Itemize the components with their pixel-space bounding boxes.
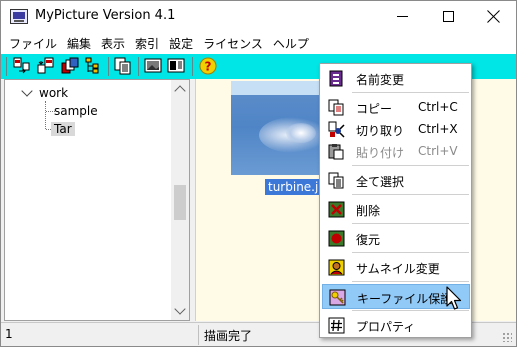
batch-button[interactable]: [61, 57, 79, 75]
menu-select-all[interactable]: 全て選択: [322, 168, 470, 193]
menu-separator: [352, 252, 469, 253]
menu-restore[interactable]: 復元: [322, 226, 470, 251]
copy-pages-icon: [114, 57, 131, 75]
import-button[interactable]: [13, 57, 31, 75]
app-icon[interactable]: [10, 9, 28, 24]
import-icon: [13, 57, 30, 74]
menu-delete[interactable]: 削除: [322, 197, 470, 222]
status-message: 描画完了: [204, 329, 253, 343]
preview-button[interactable]: [167, 57, 185, 75]
menu-paste-shortcut: Ctrl+V: [418, 144, 458, 158]
menu-rename[interactable]: 名前変更: [322, 66, 470, 91]
help-icon: ?: [199, 57, 217, 75]
image-view-button[interactable]: [144, 57, 162, 75]
menu-copy-label: コピー: [356, 102, 393, 116]
delete-icon: [328, 201, 345, 218]
paste-icon: [328, 144, 344, 160]
app-window: MyPicture Version 4.1 ファイル 編集 表示 索引 設定 ラ…: [0, 0, 517, 347]
export-button[interactable]: [37, 57, 55, 75]
window-title: MyPicture Version 4.1: [35, 8, 176, 23]
scroll-down-icon[interactable]: [174, 303, 186, 315]
help-button[interactable]: ?: [199, 57, 217, 75]
menu-rename-label: 名前変更: [356, 73, 405, 87]
tree-scrollbar[interactable]: [171, 80, 189, 320]
tree-node-sample[interactable]: sample: [54, 104, 98, 118]
menu-license[interactable]: ライセンス: [198, 32, 268, 54]
menu-edit[interactable]: 編集: [62, 32, 96, 54]
menu-separator: [352, 194, 469, 195]
menu-index[interactable]: 索引: [130, 32, 164, 54]
batch-icon: [61, 57, 79, 74]
menu-cut-shortcut: Ctrl+X: [418, 122, 458, 136]
menu-separator: [352, 92, 469, 93]
menu-file[interactable]: ファイル: [4, 32, 62, 54]
menu-copy-shortcut: Ctrl+C: [418, 100, 458, 114]
close-icon: [487, 10, 500, 23]
svg-text:?: ?: [205, 60, 212, 74]
key-icon: [329, 289, 346, 306]
folder-tree[interactable]: work sample Tar: [4, 79, 190, 321]
expand-chevron-icon[interactable]: [21, 85, 33, 97]
menu-separator: [352, 165, 469, 166]
scroll-up-icon[interactable]: [174, 85, 186, 97]
menu-paste-label: 貼り付け: [356, 146, 405, 160]
toolbar-separator: [192, 57, 193, 76]
close-button[interactable]: [470, 1, 516, 32]
title-bar: MyPicture Version 4.1: [1, 1, 516, 32]
minimize-icon: [396, 16, 408, 17]
menu-change-thumbnail-label: サムネイル変更: [356, 262, 440, 276]
resize-grip-icon[interactable]: [502, 332, 512, 342]
menu-change-thumbnail[interactable]: サムネイル変更: [322, 255, 470, 280]
thumbnail-caption[interactable]: turbine.jpg: [265, 179, 323, 195]
menu-properties-label: プロパティ: [356, 320, 416, 334]
menu-properties[interactable]: プロパティ: [322, 313, 470, 338]
copy-pages-button[interactable]: [114, 57, 132, 75]
image-view-icon: [144, 58, 162, 73]
tree-connector: [45, 101, 46, 129]
select-all-icon: [328, 172, 344, 189]
copy-icon: [328, 99, 344, 116]
tree-node-tar[interactable]: Tar: [51, 122, 75, 136]
menu-separator: [352, 281, 469, 282]
menu-select-all-label: 全て選択: [356, 175, 405, 189]
maximize-button[interactable]: [425, 1, 471, 32]
menu-separator: [352, 223, 469, 224]
menu-key-file-protect-label: キーファイル保護: [357, 292, 453, 306]
restore-icon: [328, 230, 345, 247]
turbine-highlight: [286, 123, 316, 143]
menu-help[interactable]: ヘルプ: [268, 32, 314, 54]
tree-button[interactable]: [85, 57, 103, 75]
menu-settings[interactable]: 設定: [164, 32, 198, 54]
tree-node-work[interactable]: work: [39, 86, 68, 100]
menu-view[interactable]: 表示: [96, 32, 130, 54]
rename-icon: [329, 70, 343, 87]
status-count: 1: [5, 327, 13, 341]
tree-icon: [85, 57, 99, 74]
maximize-icon: [442, 11, 454, 22]
toolbar-separator: [108, 57, 109, 76]
menu-bar: ファイル 編集 表示 索引 設定 ライセンス ヘルプ: [1, 32, 516, 54]
cut-icon: [328, 121, 345, 138]
minimize-button[interactable]: [379, 1, 425, 32]
menu-delete-label: 削除: [356, 204, 381, 218]
menu-cut-label: 切り取り: [356, 124, 405, 138]
menu-restore-label: 復元: [356, 233, 381, 247]
thumbnail-change-icon: [328, 259, 345, 276]
menu-paste: 貼り付け Ctrl+V: [322, 139, 470, 164]
toolbar-separator: [138, 57, 139, 76]
properties-icon: [328, 317, 345, 334]
export-icon: [37, 57, 54, 74]
preview-icon: [167, 58, 185, 73]
mouse-cursor-icon: [446, 286, 462, 310]
scroll-thumb[interactable]: [174, 185, 186, 220]
toolbar-grip: [6, 57, 7, 76]
status-divider: [198, 325, 199, 345]
